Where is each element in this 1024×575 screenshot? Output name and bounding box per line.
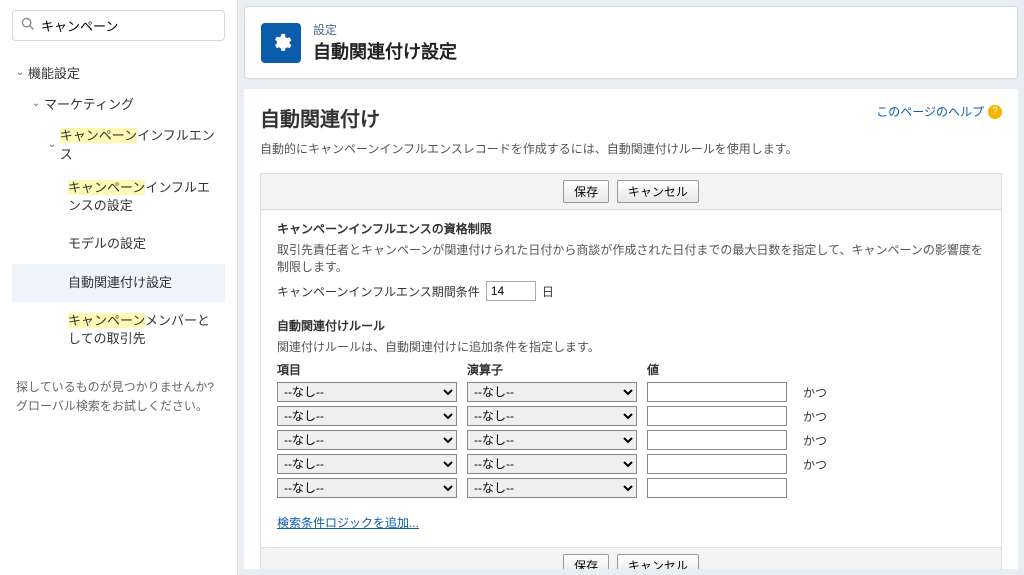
tree-campaign-influence[interactable]: ⌄ キャンペーンインフルエンス (12, 119, 225, 169)
field-select[interactable]: --なし-- (277, 430, 457, 450)
rule-row: --なし-- --なし-- かつ (277, 382, 985, 402)
period-unit: 日 (542, 283, 554, 300)
and-label: かつ (797, 456, 837, 473)
section2-heading: 自動関連付けルール (277, 317, 985, 334)
content-title: 自動関連付け (260, 103, 380, 132)
gear-icon (261, 23, 301, 63)
and-label: かつ (797, 432, 837, 449)
chevron-down-icon: ⌄ (44, 139, 60, 150)
tree-leaf-auto-assoc-settings[interactable]: 自動関連付け設定 (12, 264, 225, 302)
search-input[interactable] (41, 18, 217, 33)
tree-label: 機能設定 (28, 63, 80, 82)
button-bar-top: 保存 キャンセル (261, 174, 1001, 210)
form-panel: 保存 キャンセル キャンペーンインフルエンスの資格制限 取引先責任者とキャンペー… (260, 173, 1002, 569)
save-button-bottom[interactable]: 保存 (563, 554, 609, 569)
tree-label: キャンペーンインフルエンス (60, 125, 225, 163)
tree-label: マーケティング (44, 94, 134, 113)
period-input[interactable] (486, 281, 536, 301)
page-title: 自動関連付け設定 (313, 38, 457, 64)
and-label: かつ (797, 384, 837, 401)
help-icon: ? (988, 105, 1002, 119)
tree-leaf-member-account[interactable]: キャンペーンメンバーとしての取引先 (12, 302, 225, 358)
field-select[interactable]: --なし-- (277, 382, 457, 402)
sidebar: ⌄ 機能設定 ⌄ マーケティング ⌄ キャンペーンインフルエンス キャンペーンイ… (0, 0, 238, 575)
operator-select[interactable]: --なし-- (467, 406, 637, 426)
button-bar-bottom: 保存 キャンセル (261, 547, 1001, 569)
cancel-button-bottom[interactable]: キャンセル (617, 554, 699, 569)
save-button[interactable]: 保存 (563, 180, 609, 203)
value-input[interactable] (647, 382, 787, 402)
field-select[interactable]: --なし-- (277, 454, 457, 474)
field-select[interactable]: --なし-- (277, 478, 457, 498)
nav-tree: ⌄ 機能設定 ⌄ マーケティング ⌄ キャンペーンインフルエンス キャンペーンイ… (12, 57, 225, 358)
rules-table: 項目 演算子 値 --なし----なし--かつ--なし----なし--かつ--な… (277, 361, 985, 498)
tree-root-features[interactable]: ⌄ 機能設定 (12, 57, 225, 88)
search-icon (21, 17, 41, 34)
operator-select[interactable]: --なし-- (467, 454, 637, 474)
rule-row: --なし-- --なし-- かつ (277, 406, 985, 426)
value-input[interactable] (647, 406, 787, 426)
main-area: 設定 自動関連付け設定 自動関連付け このページのヘルプ ? 自動的にキャンペー… (238, 0, 1024, 575)
add-filter-logic-link[interactable]: 検索条件ロジックを追加... (277, 514, 419, 531)
tree-marketing[interactable]: ⌄ マーケティング (12, 88, 225, 119)
rule-row: --なし-- --なし-- かつ (277, 454, 985, 474)
value-input[interactable] (647, 454, 787, 474)
sidebar-help-text: 探しているものが見つかりませんか? グローバル検索をお試しください。 (12, 378, 225, 416)
content-description: 自動的にキャンペーンインフルエンスレコードを作成するには、自動関連付けルールを使… (260, 140, 1002, 157)
value-input[interactable] (647, 430, 787, 450)
tree-leaf-influence-settings[interactable]: キャンペーンインフルエンスの設定 (12, 169, 225, 225)
col-header-field: 項目 (277, 361, 467, 378)
rule-row: --なし-- --なし-- (277, 478, 985, 498)
cancel-button[interactable]: キャンセル (617, 180, 699, 203)
value-input[interactable] (647, 478, 787, 498)
section1-heading: キャンペーンインフルエンスの資格制限 (277, 220, 985, 237)
rule-row: --なし-- --なし-- かつ (277, 430, 985, 450)
page-header: 設定 自動関連付け設定 (244, 6, 1018, 79)
col-header-value: 値 (647, 361, 797, 378)
section2-desc: 関連付けルールは、自動関連付けに追加条件を指定します。 (277, 338, 985, 355)
operator-select[interactable]: --なし-- (467, 382, 637, 402)
breadcrumb: 設定 (313, 21, 457, 38)
section1-desc: 取引先責任者とキャンペーンが関連付けられた日付から商談が作成された日付までの最大… (277, 241, 985, 275)
chevron-down-icon: ⌄ (12, 67, 28, 78)
tree-leaf-model-settings[interactable]: モデルの設定 (12, 225, 225, 263)
and-label: かつ (797, 408, 837, 425)
chevron-down-icon: ⌄ (28, 98, 44, 109)
operator-select[interactable]: --なし-- (467, 478, 637, 498)
content-panel: 自動関連付け このページのヘルプ ? 自動的にキャンペーンインフルエンスレコード… (244, 89, 1018, 569)
col-header-operator: 演算子 (467, 361, 647, 378)
field-select[interactable]: --なし-- (277, 406, 457, 426)
search-box[interactable] (12, 10, 225, 41)
help-link[interactable]: このページのヘルプ ? (876, 103, 1002, 120)
period-label: キャンペーンインフルエンス期間条件 (277, 283, 480, 300)
operator-select[interactable]: --なし-- (467, 430, 637, 450)
